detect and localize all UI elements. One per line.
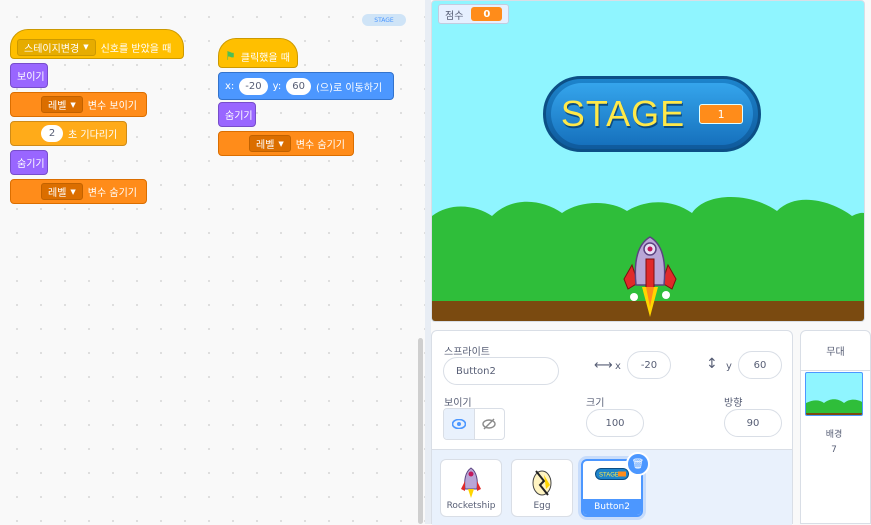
chevron-down-icon: ▼ xyxy=(70,100,76,109)
y-label: y: xyxy=(272,80,282,92)
y-input[interactable]: 60 xyxy=(286,77,311,95)
thumbnail-label: STAGE xyxy=(599,473,619,479)
block-text: 숨기기 xyxy=(225,111,253,122)
variable-dropdown[interactable]: 레벨 ▼ xyxy=(41,96,83,113)
code-scrollbar[interactable] xyxy=(418,338,423,524)
go-to-xy-block[interactable]: x: -20 y: 60 (으)로 이동하기 xyxy=(218,72,394,100)
trash-icon: 🗑 xyxy=(631,458,645,470)
show-label: 보이기 xyxy=(444,398,472,409)
block-text: 신호를 받았을 때 xyxy=(100,43,172,55)
wait-block[interactable]: 2 초 기다리기 xyxy=(10,121,127,146)
x-label: x: xyxy=(225,80,235,92)
hide-block[interactable]: 숨기기 xyxy=(10,150,48,175)
size-label: 크기 xyxy=(586,398,605,409)
show-block[interactable]: 보이기 xyxy=(10,63,48,88)
hide-variable-block[interactable]: 레벨 ▼ 변수 숨기기 xyxy=(10,179,147,204)
variable-dropdown[interactable]: 레벨 ▼ xyxy=(249,135,291,152)
sprite-tile-label: Egg xyxy=(533,501,551,511)
y-position-value: 60 xyxy=(753,359,767,371)
horizontal-arrows-icon: ⟷ xyxy=(594,358,613,373)
variable-name: 레벨 xyxy=(256,140,275,151)
x-input[interactable]: -20 xyxy=(239,77,268,95)
eye-slash-icon xyxy=(482,418,496,430)
backdrop-thumbnail[interactable] xyxy=(805,372,863,416)
direction-input[interactable]: 90 xyxy=(724,409,782,437)
hide-block[interactable]: 숨기기 xyxy=(218,102,256,127)
visibility-toggle xyxy=(443,408,505,440)
sprite-list: Rocketship Egg STAGE Button2 xyxy=(432,449,792,525)
x-position-value: -20 xyxy=(640,359,658,371)
rocketship-thumbnail xyxy=(461,467,481,498)
hide-variable-block[interactable]: 레벨 ▼ 변수 숨기기 xyxy=(218,131,354,156)
broadcast-name: 스테이지변경 xyxy=(24,43,80,55)
sprite-info-pane: 스프라이트 Button2 ⟷ x -20 ↕ y 60 보이기 크기 100 … xyxy=(431,330,793,525)
stage-pane-title: 무대 xyxy=(826,347,845,358)
block-text: 클릭했을 때 xyxy=(240,52,290,64)
variable-name: 레벨 xyxy=(48,188,67,199)
block-text: 보이기 xyxy=(17,72,45,83)
chevron-down-icon: ▼ xyxy=(70,187,76,196)
block-text: 초 기다리기 xyxy=(68,130,118,141)
variable-name: 레벨 xyxy=(48,101,67,112)
block-text: 변수 숨기기 xyxy=(295,140,345,151)
variable-dropdown[interactable]: 레벨 ▼ xyxy=(41,183,83,200)
egg-thumbnail xyxy=(532,470,552,496)
backdrop-thumbnail-image xyxy=(806,399,862,415)
sprite-name-input[interactable]: Button2 xyxy=(443,357,559,385)
sprite-tile-label: Rocketship xyxy=(446,501,496,511)
backdrop-count: 7 xyxy=(831,445,837,455)
score-monitor[interactable]: 점수 0 xyxy=(438,4,510,24)
vertical-arrows-icon: ↕ xyxy=(706,356,718,372)
code-area[interactable]: STAGE 스테이지변경 ▼ 신호를 받았을 때 보이기 레벨 ▼ 변수 보이기… xyxy=(0,0,425,524)
sprite-tile-rocketship[interactable]: Rocketship xyxy=(440,459,502,517)
x-label: x xyxy=(615,361,621,372)
y-label: y xyxy=(726,361,732,372)
button2-thumbnail: STAGE xyxy=(595,468,629,480)
hide-sprite-button[interactable] xyxy=(475,409,505,439)
when-i-receive-block[interactable]: 스테이지변경 ▼ 신호를 받았을 때 xyxy=(10,29,184,59)
block-text: 변수 숨기기 xyxy=(87,188,137,199)
chevron-down-icon: ▼ xyxy=(83,43,89,51)
backdrop-label: 배경 xyxy=(825,430,843,440)
wait-seconds-input[interactable]: 2 xyxy=(41,125,63,142)
level-monitor-value: 1 xyxy=(699,104,744,124)
rocketship-sprite[interactable] xyxy=(620,235,680,317)
direction-value: 90 xyxy=(746,417,760,429)
stage-canvas[interactable]: 점수 0 STAGE 1 xyxy=(431,0,865,322)
block-text: (으)로 이동하기 xyxy=(315,82,383,94)
chevron-down-icon: ▼ xyxy=(278,139,284,148)
sprite-tile-label: Button2 xyxy=(583,499,641,515)
y-position-input[interactable]: 60 xyxy=(738,351,782,379)
monitor-value: 0 xyxy=(471,7,503,21)
preview-label: STAGE xyxy=(374,16,394,24)
eye-icon xyxy=(451,419,466,429)
size-value: 100 xyxy=(605,417,625,429)
size-input[interactable]: 100 xyxy=(586,409,644,437)
stage-button-sprite[interactable]: STAGE 1 xyxy=(543,76,761,152)
green-flag-icon: ⚑ xyxy=(225,49,236,63)
x-position-input[interactable]: -20 xyxy=(627,351,671,379)
broadcast-dropdown[interactable]: 스테이지변경 ▼ xyxy=(17,38,96,56)
sprite-name-value: Button2 xyxy=(456,365,496,377)
monitor-label: 점수 xyxy=(445,10,464,22)
show-variable-block[interactable]: 레벨 ▼ 변수 보이기 xyxy=(10,92,147,117)
stage-button-text: STAGE xyxy=(560,93,686,134)
sprite-tile-egg[interactable]: Egg xyxy=(511,459,573,517)
sprite-name-label: 스프라이트 xyxy=(444,347,490,358)
stage-sprite-preview: STAGE xyxy=(362,14,406,26)
delete-sprite-button[interactable]: 🗑 xyxy=(626,452,650,476)
block-text: 숨기기 xyxy=(17,159,45,170)
stage-selector-pane[interactable]: 무대 배경 7 xyxy=(800,330,871,524)
block-text: 변수 보이기 xyxy=(87,101,137,112)
when-flag-clicked-block[interactable]: ⚑ 클릭했을 때 xyxy=(218,38,298,68)
show-sprite-button[interactable] xyxy=(444,409,475,439)
direction-label: 방향 xyxy=(724,398,743,409)
